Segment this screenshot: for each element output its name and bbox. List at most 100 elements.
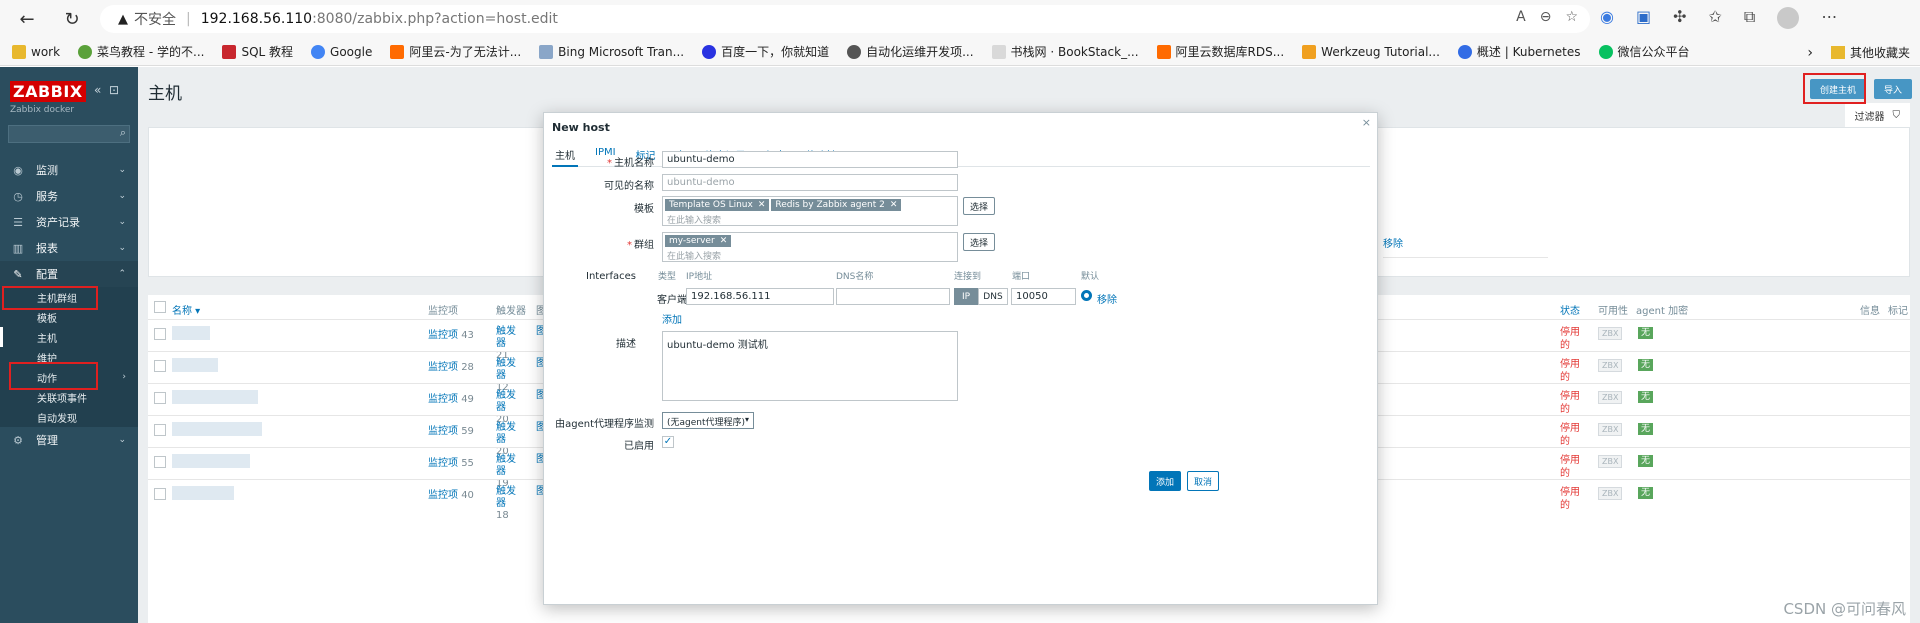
- cancel-button[interactable]: 取消: [1187, 471, 1219, 491]
- menu-configuration[interactable]: ✎ 配置 ⌃: [0, 261, 138, 287]
- bookmark[interactable]: Bing Microsoft Tran...: [539, 44, 684, 59]
- groups-select-button[interactable]: 选择: [963, 233, 995, 251]
- templates-search-placeholder[interactable]: 在此输入搜索: [663, 211, 957, 228]
- bookmark[interactable]: 自动化运维开发项...: [847, 43, 974, 60]
- groups-search-placeholder[interactable]: 在此输入搜索: [663, 247, 957, 264]
- bookmark[interactable]: Werkzeug Tutorial...: [1302, 44, 1440, 59]
- bookmark[interactable]: 概述 | Kubernetes: [1457, 43, 1581, 60]
- bookmark[interactable]: 阿里云-为了无法计...: [390, 43, 521, 60]
- menu-administration[interactable]: ⚙ 管理 ⌄: [0, 427, 138, 453]
- host-name-redacted[interactable]: [172, 358, 218, 372]
- proxy-select[interactable]: (无agent代理程序) ▾: [662, 412, 754, 429]
- remove-tag-icon[interactable]: ✕: [890, 200, 898, 210]
- menu-inventory[interactable]: ☰ 资产记录 ⌄: [0, 209, 138, 235]
- submenu-maintenance[interactable]: 维护: [0, 347, 138, 367]
- connect-dns-toggle[interactable]: DNS: [978, 288, 1008, 305]
- zabbix-logo[interactable]: ZABBIX: [10, 81, 86, 102]
- remove-tag-icon[interactable]: ✕: [720, 236, 728, 246]
- filter-remove-link[interactable]: 移除: [1383, 235, 1403, 250]
- import-button[interactable]: 导入: [1874, 79, 1912, 99]
- items-link[interactable]: 监控项 40: [428, 486, 474, 501]
- bookmark[interactable]: SQL 教程: [222, 43, 293, 60]
- row-checkbox[interactable]: [154, 488, 166, 500]
- host-name-redacted[interactable]: [172, 390, 258, 404]
- status-link[interactable]: 停用的: [1560, 326, 1582, 352]
- row-checkbox[interactable]: [154, 328, 166, 340]
- bookmark[interactable]: work: [12, 44, 60, 59]
- host-name-input[interactable]: ubuntu-demo: [662, 151, 958, 168]
- menu-reports[interactable]: ▥ 报表 ⌄: [0, 235, 138, 261]
- collections-icon[interactable]: ⧉: [1744, 7, 1755, 33]
- row-checkbox[interactable]: [154, 392, 166, 404]
- add-interface-link[interactable]: 添加: [662, 311, 682, 326]
- host-name-redacted[interactable]: [172, 486, 234, 500]
- add-button[interactable]: 添加: [1149, 471, 1181, 491]
- interface-ip-input[interactable]: 192.168.56.111: [686, 288, 834, 305]
- interface-remove-link[interactable]: 移除: [1097, 291, 1117, 306]
- status-link[interactable]: 停用的: [1560, 358, 1582, 384]
- connect-ip-toggle[interactable]: IP: [954, 288, 978, 305]
- bookmark[interactable]: 百度一下，你就知道: [702, 43, 829, 60]
- default-interface-radio[interactable]: [1081, 290, 1092, 301]
- items-link[interactable]: 监控项 28: [428, 358, 474, 373]
- read-aloud-icon[interactable]: A: [1516, 9, 1526, 25]
- search-icon[interactable]: ⌕: [120, 126, 126, 140]
- bookmark[interactable]: 微信公众平台: [1598, 43, 1690, 60]
- items-link[interactable]: 监控项 43: [428, 326, 474, 341]
- column-status[interactable]: 状态: [1560, 302, 1580, 317]
- enabled-checkbox[interactable]: ✓: [662, 436, 674, 448]
- bookmark[interactable]: 阿里云数据库RDS...: [1156, 43, 1284, 60]
- extension-icon[interactable]: ◉: [1600, 7, 1614, 33]
- filter-tab[interactable]: 过滤器 ⛉: [1844, 103, 1910, 127]
- host-name-redacted[interactable]: [172, 326, 210, 340]
- visible-name-input[interactable]: ubuntu-demo: [662, 174, 958, 191]
- submenu-templates[interactable]: 模板: [0, 307, 138, 327]
- submenu-event-correlation[interactable]: 关联项事件: [0, 387, 138, 407]
- favorites-icon[interactable]: ✩: [1709, 7, 1722, 33]
- address-bar[interactable]: ▲ 不安全 | 192.168.56.110 :8080/zabbix.php?…: [100, 5, 1590, 33]
- row-checkbox[interactable]: [154, 360, 166, 372]
- status-link[interactable]: 停用的: [1560, 422, 1582, 448]
- templates-select-button[interactable]: 选择: [963, 197, 995, 215]
- collapse-sidebar-icon[interactable]: « ⊡: [94, 83, 119, 97]
- remove-tag-icon[interactable]: ✕: [758, 200, 766, 210]
- triggers-link[interactable]: 触发器 18: [496, 486, 518, 522]
- items-link[interactable]: 监控项 55: [428, 454, 474, 469]
- bookmark[interactable]: 菜鸟教程 - 学的不...: [78, 43, 204, 60]
- templates-multiselect[interactable]: Template OS Linux ✕ Redis by Zabbix agent …: [662, 196, 958, 226]
- sidebar-search-input[interactable]: ⌕: [8, 125, 130, 143]
- submenu-actions[interactable]: 动作 ›: [0, 367, 138, 387]
- submenu-discovery[interactable]: 自动发现: [0, 407, 138, 427]
- status-link[interactable]: 停用的: [1560, 454, 1582, 480]
- extension-icon[interactable]: ▣: [1636, 7, 1651, 33]
- items-link[interactable]: 监控项 59: [428, 422, 474, 437]
- menu-monitoring[interactable]: ◉ 监测 ⌄: [0, 157, 138, 183]
- close-icon[interactable]: ×: [1362, 116, 1371, 129]
- back-icon[interactable]: ←: [10, 2, 44, 36]
- other-bookmarks[interactable]: 其他收藏夹: [1850, 44, 1910, 61]
- host-name-redacted[interactable]: [172, 422, 262, 436]
- status-link[interactable]: 停用的: [1560, 390, 1582, 416]
- puzzle-icon[interactable]: ✣: [1673, 7, 1686, 33]
- row-checkbox[interactable]: [154, 424, 166, 436]
- chevron-right-icon[interactable]: ›: [1807, 45, 1813, 61]
- select-all-checkbox[interactable]: [154, 301, 166, 313]
- column-name[interactable]: 名称 ▾: [172, 302, 200, 317]
- zoom-icon[interactable]: ⊖: [1540, 9, 1552, 25]
- submenu-host-groups[interactable]: 主机群组: [0, 287, 138, 307]
- submenu-hosts[interactable]: 主机: [0, 327, 138, 347]
- bookmark[interactable]: Google: [311, 44, 372, 59]
- host-name-redacted[interactable]: [172, 454, 250, 468]
- status-link[interactable]: 停用的: [1560, 486, 1582, 512]
- row-checkbox[interactable]: [154, 456, 166, 468]
- bookmark[interactable]: 书栈网 · BookStack_...: [991, 43, 1139, 60]
- more-icon[interactable]: ⋯: [1821, 7, 1837, 33]
- favorite-icon[interactable]: ☆: [1565, 9, 1578, 25]
- items-link[interactable]: 监控项 49: [428, 390, 474, 405]
- avatar[interactable]: [1777, 7, 1800, 33]
- create-host-button[interactable]: 创建主机: [1810, 79, 1866, 99]
- groups-multiselect[interactable]: my-server ✕ 在此输入搜索: [662, 232, 958, 262]
- menu-services[interactable]: ◷ 服务 ⌄: [0, 183, 138, 209]
- reload-icon[interactable]: ↻: [55, 2, 89, 36]
- interface-port-input[interactable]: 10050: [1011, 288, 1076, 305]
